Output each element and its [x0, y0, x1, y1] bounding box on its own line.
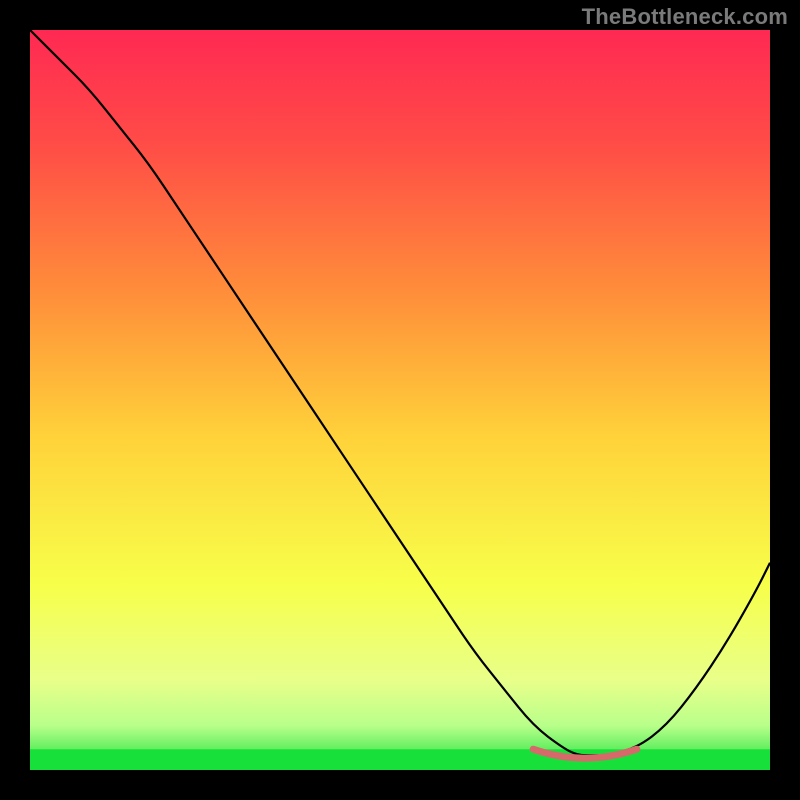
green-band: [30, 749, 770, 770]
gradient-background: [30, 30, 770, 770]
plot-area: [30, 30, 770, 770]
chart-stage: TheBottleneck.com: [0, 0, 800, 800]
bottleneck-chart: [30, 30, 770, 770]
watermark-text: TheBottleneck.com: [582, 4, 788, 30]
